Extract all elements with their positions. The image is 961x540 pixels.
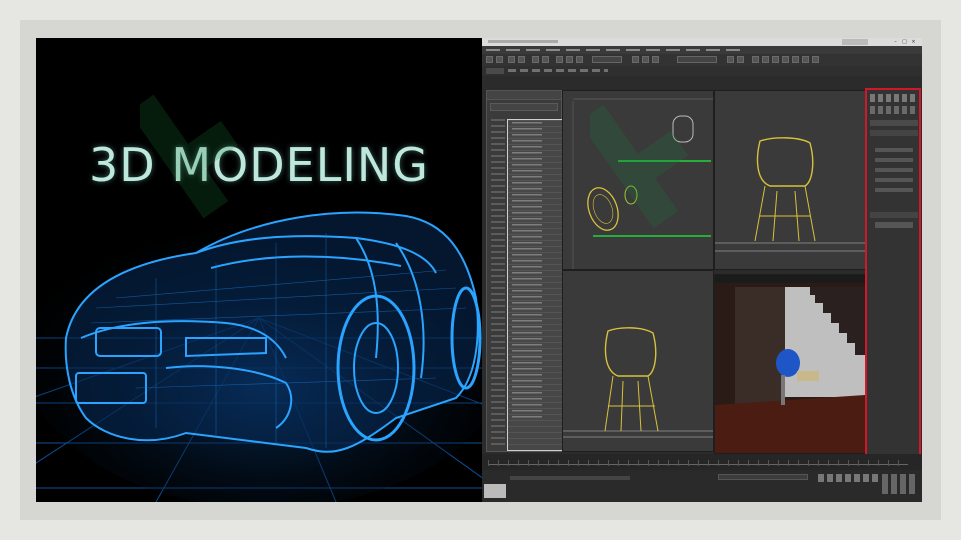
command-panel[interactable] xyxy=(865,88,921,456)
layer-icon[interactable] xyxy=(752,56,759,63)
window-title-placeholder xyxy=(488,40,558,43)
ribbon-tools[interactable] xyxy=(508,69,608,72)
maxscript-listener[interactable] xyxy=(484,484,506,498)
command-panel-section[interactable] xyxy=(870,130,918,136)
command-panel-section[interactable] xyxy=(870,120,918,126)
scene-explorer-search[interactable] xyxy=(490,103,558,111)
curve-editor-icon[interactable] xyxy=(762,56,769,63)
close-icon[interactable]: × xyxy=(910,39,917,45)
command-panel-subtabs[interactable] xyxy=(870,106,918,114)
main-toolbar xyxy=(482,54,922,66)
timeline-ticks xyxy=(488,460,908,466)
render-preview xyxy=(715,283,865,453)
viewport-geometry xyxy=(572,98,713,269)
status-bar xyxy=(482,470,922,502)
wireframe-car-illustration xyxy=(36,38,482,502)
move-icon[interactable] xyxy=(556,56,563,63)
playback-controls[interactable] xyxy=(818,474,878,482)
command-panel-section[interactable] xyxy=(870,212,918,218)
command-panel-tabs[interactable] xyxy=(870,94,918,102)
prompt-line xyxy=(510,476,630,480)
undo-icon[interactable] xyxy=(486,56,493,63)
timeline[interactable] xyxy=(482,454,922,470)
viewport-geometry xyxy=(563,327,713,438)
viewport-render-camera[interactable] xyxy=(714,274,866,454)
scene-object-names xyxy=(512,122,542,422)
modeling-banner: 3D MODELING xyxy=(36,38,482,502)
coordinate-fields[interactable] xyxy=(718,474,808,480)
link-icon[interactable] xyxy=(508,56,515,63)
percent-snap-icon[interactable] xyxy=(652,56,659,63)
scene-explorer-header xyxy=(487,91,561,100)
reference-coord-dropdown[interactable] xyxy=(592,56,622,63)
scene-explorer xyxy=(486,90,563,452)
viewport-top-right[interactable] xyxy=(714,90,866,270)
render-frame-icon[interactable] xyxy=(802,56,809,63)
minimize-icon[interactable]: – xyxy=(892,39,899,45)
workspace-selector[interactable] xyxy=(842,39,868,45)
rotate-icon[interactable] xyxy=(566,56,573,63)
object-type-buttons[interactable] xyxy=(875,148,913,198)
visibility-toggles[interactable] xyxy=(491,119,505,449)
viewport-bottom-left[interactable] xyxy=(562,270,714,452)
name-color-field[interactable] xyxy=(875,222,913,228)
banner-title: 3D MODELING xyxy=(89,138,429,192)
angle-snap-icon[interactable] xyxy=(642,56,649,63)
select-icon[interactable] xyxy=(532,56,539,63)
render-setup-icon[interactable] xyxy=(792,56,799,63)
menu-items[interactable] xyxy=(486,49,746,51)
window-titlebar: – □ × xyxy=(482,38,922,46)
menu-bar xyxy=(482,46,922,54)
ribbon-bar xyxy=(482,66,922,76)
viewport-navigation-controls[interactable] xyxy=(882,474,918,494)
viewport-geometry xyxy=(715,137,865,252)
align-icon[interactable] xyxy=(737,56,744,63)
ribbon-tab[interactable] xyxy=(486,68,504,74)
schematic-icon[interactable] xyxy=(772,56,779,63)
render-icon[interactable] xyxy=(812,56,819,63)
scale-icon[interactable] xyxy=(576,56,583,63)
viewport-top-left[interactable] xyxy=(562,90,714,270)
named-selection-dropdown[interactable] xyxy=(677,56,717,63)
unlink-icon[interactable] xyxy=(518,56,525,63)
material-editor-icon[interactable] xyxy=(782,56,789,63)
redo-icon[interactable] xyxy=(496,56,503,63)
mirror-icon[interactable] xyxy=(727,56,734,63)
modeling-app-window: – □ × xyxy=(482,38,922,502)
snap-icon[interactable] xyxy=(632,56,639,63)
maximize-icon[interactable]: □ xyxy=(901,39,908,45)
select-region-icon[interactable] xyxy=(542,56,549,63)
scene-object-list[interactable] xyxy=(507,119,563,451)
